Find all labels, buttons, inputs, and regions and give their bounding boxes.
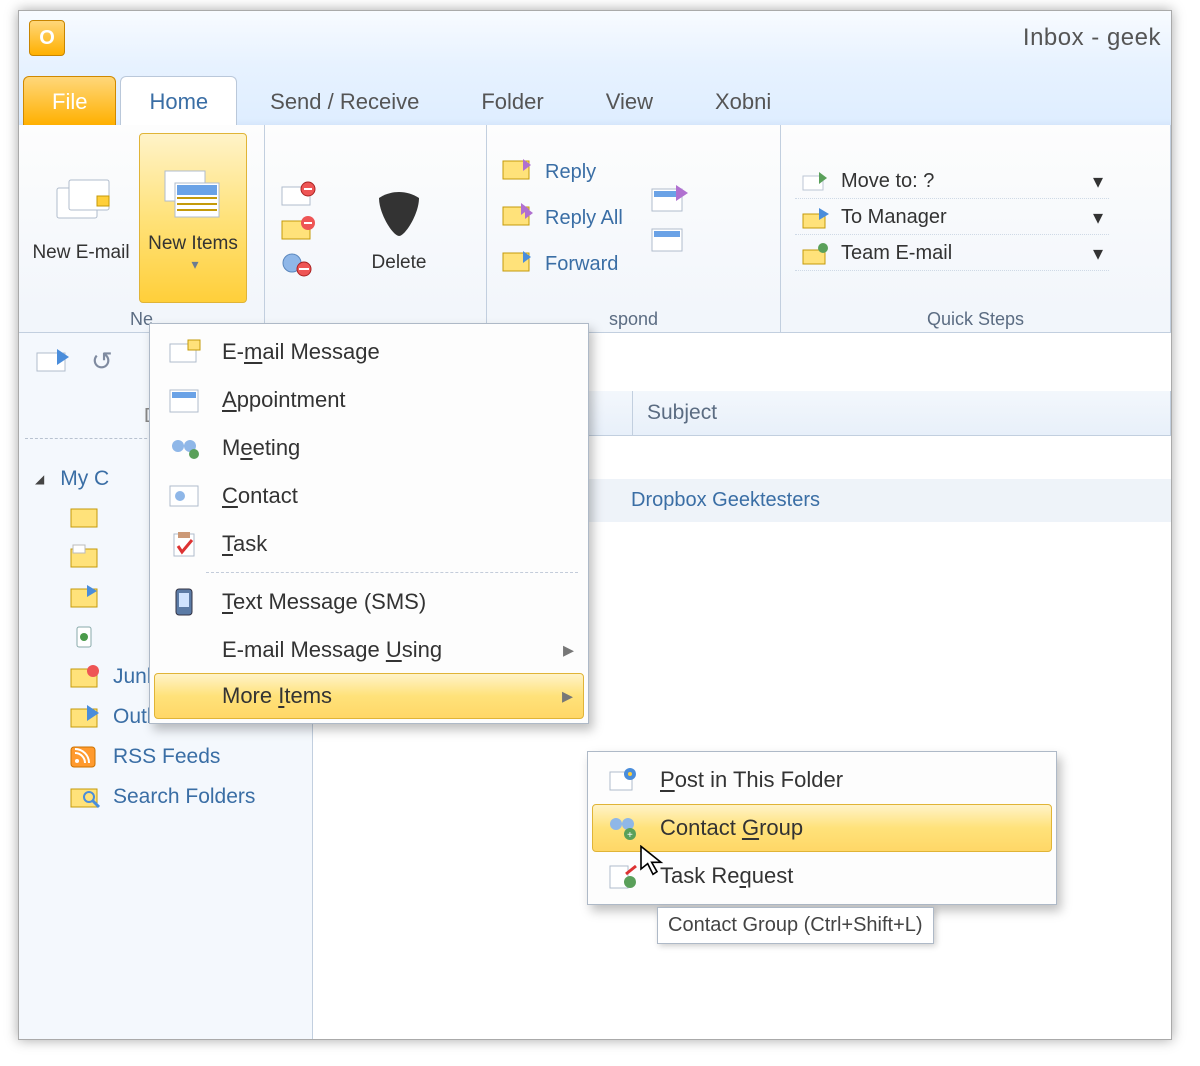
contact-group-icon: + (602, 814, 644, 842)
post-icon (602, 766, 644, 794)
menu-email-using[interactable]: E-mail Message Using (154, 627, 584, 673)
svg-text:+: + (627, 830, 633, 841)
reply-all-icon (501, 201, 535, 235)
chevron-down-icon[interactable]: ▾ (1093, 205, 1103, 230)
undo-icon[interactable]: ↺ (91, 346, 113, 377)
group-quicksteps-caption: Quick Steps (789, 307, 1162, 330)
reply-label: Reply (545, 161, 596, 184)
new-items-button[interactable]: New Items (139, 133, 247, 303)
delete-button[interactable]: Delete (329, 144, 469, 314)
titlebar: O Inbox - geek (19, 11, 1171, 65)
appointment-icon (164, 386, 206, 414)
tree-rss[interactable]: RSS Feeds (25, 737, 306, 777)
new-items-icon (161, 163, 225, 227)
menu-meeting[interactable]: Meeting (154, 424, 584, 472)
menu-more-items[interactable]: More Items (154, 673, 584, 719)
tree-search-folders[interactable]: Search Folders (25, 777, 306, 817)
reply-button[interactable]: Reply (495, 153, 629, 191)
tab-file[interactable]: File (23, 76, 116, 125)
delete-label: Delete (372, 252, 427, 275)
more-items-submenu: Post in This Folder + Contact Group Task… (587, 751, 1057, 905)
window-title: Inbox - geek (77, 24, 1161, 52)
quickstep-move[interactable]: Move to: ? ▾ (795, 165, 1109, 199)
tab-xobni[interactable]: Xobni (686, 76, 800, 125)
meeting-reply-icon[interactable] (648, 181, 690, 215)
contact-icon (164, 482, 206, 510)
menu-task[interactable]: Task (154, 520, 584, 568)
new-items-menu: E-mail Message Appointment Meeting Conta… (149, 323, 589, 724)
junk-icon[interactable] (280, 249, 318, 277)
reply-icon (501, 155, 535, 189)
outlook-window: O Inbox - geek File Home Send / Receive … (18, 10, 1172, 1040)
ribbon: New E-mail New Items Ne (19, 125, 1171, 333)
move-icon (801, 170, 831, 194)
quickstep-manager[interactable]: To Manager ▾ (795, 201, 1109, 235)
forward-button[interactable]: Forward (495, 245, 629, 283)
tooltip-contact-group: Contact Group (Ctrl+Shift+L) (657, 907, 934, 944)
submenu-post-folder[interactable]: Post in This Folder (592, 756, 1052, 804)
chevron-down-icon[interactable]: ▾ (1093, 241, 1103, 266)
new-email-button[interactable]: New E-mail (27, 133, 135, 303)
chevron-down-icon[interactable]: ▾ (1093, 169, 1103, 194)
outlook-app-icon: O (29, 20, 65, 56)
send-receive-icon[interactable] (35, 345, 77, 377)
col-subject[interactable]: Subject (633, 391, 1171, 435)
mouse-cursor (639, 845, 667, 877)
reply-all-button[interactable]: Reply All (495, 199, 629, 237)
tab-home[interactable]: Home (120, 76, 237, 125)
delete-icon (367, 182, 431, 246)
sms-icon (164, 587, 206, 617)
reply-all-label: Reply All (545, 207, 623, 230)
new-email-icon (49, 172, 113, 236)
task-icon (164, 530, 206, 558)
ignore-icon[interactable] (280, 181, 318, 209)
tab-send-receive[interactable]: Send / Receive (241, 76, 448, 125)
menu-email-message[interactable]: E-mail Message (154, 328, 584, 376)
menu-text-message[interactable]: Text Message (SMS) (154, 577, 584, 627)
quickstep-team[interactable]: Team E-mail ▾ (795, 237, 1109, 271)
ribbon-tabs: File Home Send / Receive Folder View Xob… (19, 65, 1171, 125)
cleanup-icon[interactable] (280, 215, 318, 243)
more-respond-icon[interactable] (648, 221, 690, 255)
to-manager-icon (801, 206, 831, 230)
menu-appointment[interactable]: Appointment (154, 376, 584, 424)
email-message-icon (164, 338, 206, 366)
new-email-label: New E-mail (32, 242, 129, 265)
new-items-label: New Items (148, 233, 238, 256)
meeting-icon (164, 434, 206, 462)
team-email-icon (801, 242, 831, 266)
forward-label: Forward (545, 253, 618, 276)
tab-view[interactable]: View (577, 76, 682, 125)
tab-folder[interactable]: Folder (452, 76, 572, 125)
task-request-icon (602, 862, 644, 890)
forward-icon (501, 247, 535, 281)
menu-contact[interactable]: Contact (154, 472, 584, 520)
